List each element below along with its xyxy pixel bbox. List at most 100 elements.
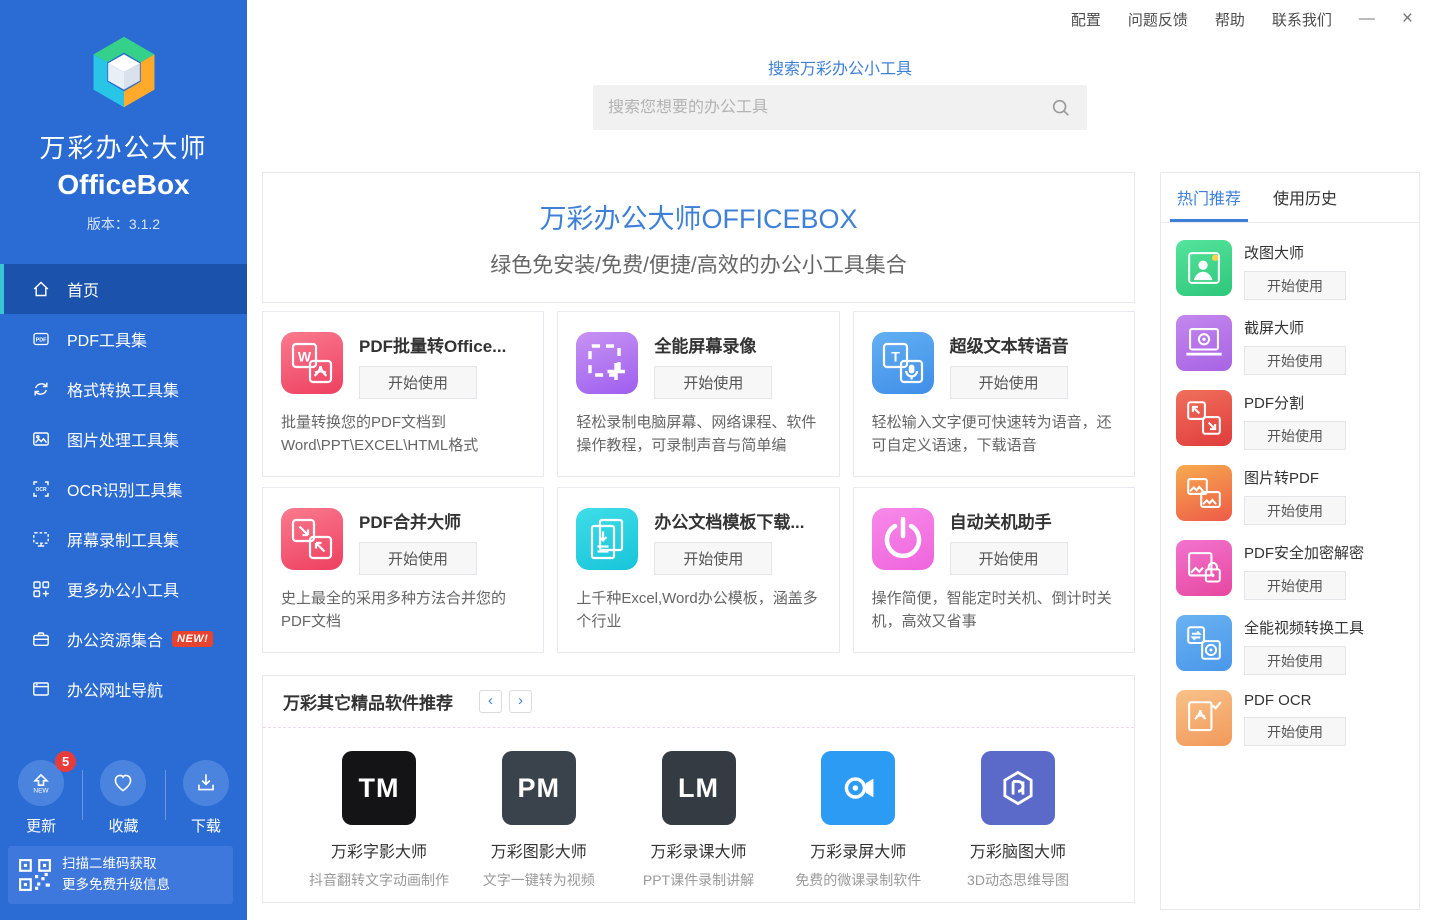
- recommend-item-screen-recorder[interactable]: 万彩录屏大师 免费的微课录制软件: [782, 751, 934, 890]
- download-button[interactable]: 下载: [165, 760, 247, 836]
- tool-card-pdf-merge: PDF合并大师 开始使用 史上最全的采用多种方法合并您的PDF文档: [262, 487, 544, 653]
- recommend-item-lecture-recorder[interactable]: LM 万彩录课大师 PPT课件录制讲解: [623, 751, 775, 890]
- start-button[interactable]: 开始使用: [359, 542, 477, 575]
- panel-item-pdf-split: PDF分割 开始使用: [1176, 390, 1404, 450]
- tab-hot-recommend[interactable]: 热门推荐: [1177, 185, 1241, 222]
- recommend-item-mindmap[interactable]: 万彩脑图大师 3D动态思维导图: [942, 751, 1094, 890]
- qr-code-icon: [18, 858, 52, 892]
- svg-text:OCR: OCR: [35, 487, 47, 493]
- sidebar-item-ocr-tools[interactable]: OCR OCR识别工具集: [0, 464, 247, 514]
- recommend-item-desc: PPT课件录制讲解: [623, 870, 775, 890]
- panel-item-video-converter: 全能视频转换工具 开始使用: [1176, 615, 1404, 675]
- banner-subtitle: 绿色免安装/免费/便捷/高效的办公小工具集合: [490, 249, 907, 279]
- tool-card-screen-recorder: 全能屏幕录像 开始使用 轻松录制电脑屏幕、网络课程、软件操作教程，可录制声音与简…: [557, 311, 839, 477]
- recommend-item-name: 万彩图影大师: [463, 838, 615, 862]
- sidebar-item-more-tools[interactable]: 更多办公小工具: [0, 564, 247, 614]
- sidebar-item-office-resources[interactable]: 办公资源集合 NEW!: [0, 614, 247, 664]
- qr-text-line2: 更多免费升级信息: [62, 875, 170, 896]
- browser-window-icon: [30, 678, 52, 700]
- sidebar-item-label: 屏幕录制工具集: [67, 527, 179, 551]
- close-button[interactable]: ×: [1402, 8, 1413, 30]
- recommend-item-name: 万彩录屏大师: [782, 838, 934, 862]
- main-area: 配置 问题反馈 帮助 联系我们 — × 搜索万彩办公小工具 万彩办公大师OFFI…: [247, 0, 1433, 920]
- start-button[interactable]: 开始使用: [1244, 421, 1346, 450]
- tool-card-pdf-to-office: W PDF批量转Office... 开始使用 批量转换您的PDF文档到Word\…: [262, 311, 544, 477]
- search-input[interactable]: [608, 99, 1050, 117]
- pdf-to-office-icon: W: [281, 332, 343, 394]
- tool-card-text-to-speech: T 超级文本转语音 开始使用 轻松输入文字便可快速转为语音，还可自定义语速，下载…: [853, 311, 1135, 477]
- recommend-section: 万彩其它精品软件推荐 ‹ › TM 万彩字影大师 抖音翻转文字动画制作 PM 万…: [262, 675, 1135, 903]
- panel-item-name: PDF OCR: [1244, 692, 1346, 709]
- search-icon[interactable]: [1050, 97, 1072, 119]
- sidebar-item-web-navigation[interactable]: 办公网址导航: [0, 664, 247, 714]
- update-label: 更新: [0, 815, 82, 836]
- tool-title: 自动关机助手: [950, 508, 1068, 533]
- recommend-item-name: 万彩字影大师: [303, 838, 455, 862]
- minimize-button[interactable]: —: [1359, 10, 1375, 28]
- update-button[interactable]: 5 NEW 更新: [0, 760, 82, 836]
- panel-item-list: 改图大师 开始使用 截屏大师 开始使用 PDF分割: [1161, 223, 1419, 778]
- banner: 万彩办公大师OFFICEBOX 绿色免安装/免费/便捷/高效的办公小工具集合: [262, 172, 1135, 303]
- recommend-item-photo-video[interactable]: PM 万彩图影大师 文字一键转为视频: [463, 751, 615, 890]
- app-version: 版本：3.1.2: [0, 214, 247, 234]
- download-icon: [193, 770, 219, 796]
- recommend-item-desc: 3D动态思维导图: [942, 870, 1094, 890]
- panel-item-name: 全能视频转换工具: [1244, 617, 1364, 638]
- sidebar-item-screen-record[interactable]: 屏幕录制工具集: [0, 514, 247, 564]
- carousel-next-button[interactable]: ›: [509, 690, 532, 713]
- home-icon: [30, 278, 52, 300]
- qr-upgrade-panel[interactable]: 扫描二维码获取 更多免费升级信息: [8, 846, 233, 904]
- recommend-item-desc: 免费的微课录制软件: [782, 870, 934, 890]
- pm-logo: PM: [502, 751, 576, 825]
- start-button[interactable]: 开始使用: [950, 366, 1068, 399]
- mindmap-logo-icon: [981, 751, 1055, 825]
- recommend-history-panel: 热门推荐 使用历史 改图大师 开始使用 截屏大师 开始使用: [1160, 172, 1420, 910]
- apps-grid-icon: [30, 578, 52, 600]
- start-button[interactable]: 开始使用: [1244, 571, 1346, 600]
- carousel-prev-button[interactable]: ‹: [479, 690, 502, 713]
- start-button[interactable]: 开始使用: [1244, 346, 1346, 375]
- search-tools-link[interactable]: 搜索万彩办公小工具: [247, 55, 1433, 79]
- menu-contact[interactable]: 联系我们: [1272, 9, 1332, 30]
- sidebar-item-format-convert[interactable]: 格式转换工具集: [0, 364, 247, 414]
- start-button[interactable]: 开始使用: [654, 366, 772, 399]
- tool-title: 全能屏幕录像: [654, 332, 772, 357]
- pdf-merge-icon: [281, 508, 343, 570]
- pdf-ocr-icon: [1176, 690, 1232, 746]
- start-button[interactable]: 开始使用: [1244, 271, 1346, 300]
- tool-description: 轻松输入文字便可快速转为语音，还可自定义语速，下载语音: [872, 412, 1116, 457]
- start-button[interactable]: 开始使用: [1244, 496, 1346, 525]
- start-button[interactable]: 开始使用: [359, 366, 477, 399]
- menu-help[interactable]: 帮助: [1215, 9, 1245, 30]
- favorites-button[interactable]: 收藏: [82, 760, 164, 836]
- panel-item-name: 截屏大师: [1244, 317, 1346, 338]
- sidebar-item-image-tools[interactable]: 图片处理工具集: [0, 414, 247, 464]
- panel-tabs: 热门推荐 使用历史: [1161, 173, 1419, 223]
- sidebar-item-label: 办公网址导航: [67, 677, 163, 701]
- sidebar-item-label: 格式转换工具集: [67, 377, 179, 401]
- content-column: 万彩办公大师OFFICEBOX 绿色免安装/免费/便捷/高效的办公小工具集合 W…: [262, 172, 1135, 903]
- sidebar-item-home[interactable]: 首页: [0, 264, 247, 314]
- doc-template-download-icon: [576, 508, 638, 570]
- tool-description: 批量转换您的PDF文档到Word\PPT\EXCEL\HTML格式: [281, 412, 525, 457]
- tab-usage-history[interactable]: 使用历史: [1273, 185, 1337, 222]
- start-button[interactable]: 开始使用: [950, 542, 1068, 575]
- power-icon: [872, 508, 934, 570]
- image-editor-icon: [1176, 240, 1232, 296]
- start-button[interactable]: 开始使用: [1244, 717, 1346, 746]
- sidebar-item-pdf-tools[interactable]: PDF PDF工具集: [0, 314, 247, 364]
- image-to-pdf-icon: [1176, 465, 1232, 521]
- panel-item-name: PDF分割: [1244, 392, 1346, 413]
- briefcase-icon: [30, 628, 52, 650]
- recommend-item-word-animation[interactable]: TM 万彩字影大师 抖音翻转文字动画制作: [303, 751, 455, 890]
- panel-item-pdf-encrypt: PDF安全加密解密 开始使用: [1176, 540, 1404, 600]
- panel-item-image-editor: 改图大师 开始使用: [1176, 240, 1404, 300]
- menu-settings[interactable]: 配置: [1071, 9, 1101, 30]
- recommend-item-desc: 文字一键转为视频: [463, 870, 615, 890]
- tool-title: PDF合并大师: [359, 508, 477, 533]
- tool-description: 上千种Excel,Word办公模板，涵盖多个行业: [576, 588, 820, 633]
- qr-text-line1: 扫描二维码获取: [62, 854, 170, 875]
- start-button[interactable]: 开始使用: [1244, 646, 1346, 675]
- menu-feedback[interactable]: 问题反馈: [1128, 9, 1188, 30]
- start-button[interactable]: 开始使用: [654, 542, 772, 575]
